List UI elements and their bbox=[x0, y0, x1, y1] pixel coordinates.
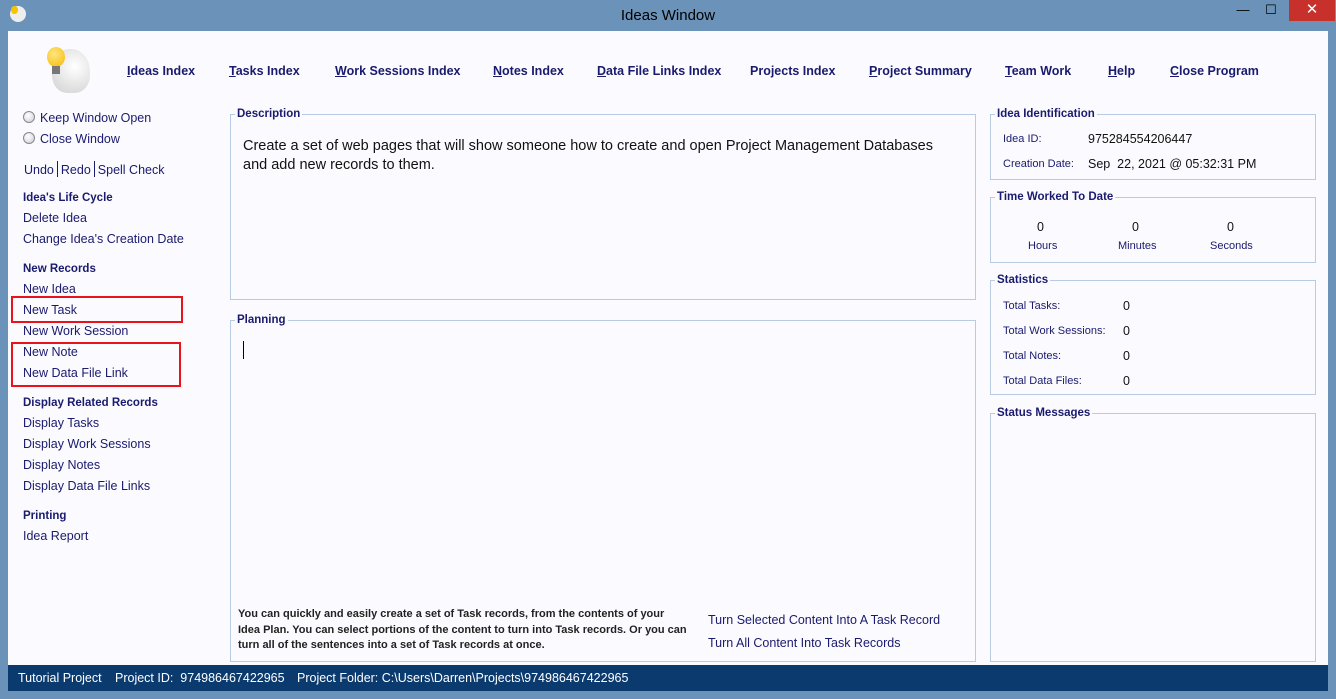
radio-icon bbox=[23, 111, 35, 123]
redo-link[interactable]: Redo bbox=[61, 163, 91, 177]
printing-header: Printing bbox=[23, 510, 67, 522]
display-data-file-links-link[interactable]: Display Data File Links bbox=[23, 479, 150, 493]
highlight-box bbox=[11, 296, 183, 323]
nav-close-program[interactable]: Close Program bbox=[1170, 64, 1259, 78]
total-notes-value: 0 bbox=[1123, 349, 1130, 363]
description-group: Description Create a set of web pages th… bbox=[230, 108, 976, 300]
new-idea-link[interactable]: New Idea bbox=[23, 282, 76, 296]
turn-selected-into-task-link[interactable]: Turn Selected Content Into A Task Record bbox=[708, 613, 940, 627]
idea-id-label: Idea ID: bbox=[1003, 133, 1042, 145]
seconds-value: 0 bbox=[1227, 220, 1234, 234]
change-creation-date-link[interactable]: Change Idea's Creation Date bbox=[23, 232, 184, 246]
total-tasks-value: 0 bbox=[1123, 299, 1130, 313]
creation-date-value: Sep 22, 2021 @ 05:32:31 PM bbox=[1088, 157, 1257, 171]
nav-help[interactable]: Help bbox=[1108, 64, 1135, 78]
status-messages-label: Status Messages bbox=[995, 407, 1093, 419]
display-tasks-link[interactable]: Display Tasks bbox=[23, 416, 99, 430]
total-sessions-label: Total Work Sessions: bbox=[1003, 325, 1106, 337]
new-records-header: New Records bbox=[23, 263, 96, 275]
nav-projects-index[interactable]: Projects Index bbox=[750, 64, 835, 78]
project-name: Tutorial Project bbox=[18, 671, 102, 685]
nav-ideas-index[interactable]: Ideas Index bbox=[127, 64, 195, 78]
project-id: Project ID: 974986467422965 bbox=[115, 671, 285, 685]
description-textarea[interactable]: Create a set of web pages that will show… bbox=[243, 137, 955, 175]
display-notes-link[interactable]: Display Notes bbox=[23, 458, 100, 472]
edit-actions: Undo Redo Spell Check bbox=[24, 161, 164, 177]
nav-work-sessions-index[interactable]: Work Sessions Index bbox=[335, 64, 461, 78]
nav-team-work[interactable]: Team Work bbox=[1005, 64, 1071, 78]
nav-notes-index[interactable]: Notes Index bbox=[493, 64, 564, 78]
idea-report-link[interactable]: Idea Report bbox=[23, 529, 88, 543]
planning-group: Planning You can quickly and easily crea… bbox=[230, 314, 976, 662]
planning-textarea[interactable] bbox=[243, 339, 955, 599]
text-cursor bbox=[243, 341, 244, 359]
delete-idea-link[interactable]: Delete Idea bbox=[23, 211, 87, 225]
highlight-box bbox=[11, 342, 181, 387]
nav-project-summary[interactable]: Project Summary bbox=[869, 64, 972, 78]
creation-date-label: Creation Date: bbox=[1003, 158, 1074, 170]
project-folder: Project Folder: C:\Users\Darren\Projects… bbox=[297, 671, 629, 685]
hours-value: 0 bbox=[1037, 220, 1044, 234]
time-worked-label: Time Worked To Date bbox=[995, 191, 1116, 203]
minutes-label: Minutes bbox=[1118, 240, 1157, 252]
idea-id-value: 975284554206447 bbox=[1088, 132, 1193, 146]
lifecycle-header: Idea's Life Cycle bbox=[23, 192, 113, 204]
undo-link[interactable]: Undo bbox=[24, 163, 54, 177]
display-header: Display Related Records bbox=[23, 397, 158, 409]
total-files-value: 0 bbox=[1123, 374, 1130, 388]
statistics-label: Statistics bbox=[995, 274, 1051, 286]
planning-hint: You can quickly and easily create a set … bbox=[238, 608, 687, 651]
idea-head-logo bbox=[42, 43, 92, 95]
window-title: Ideas Window bbox=[620, 7, 716, 24]
new-work-session-link[interactable]: New Work Session bbox=[23, 324, 128, 338]
total-files-label: Total Data Files: bbox=[1003, 375, 1082, 387]
status-bar: Tutorial Project Project ID: 97498646742… bbox=[8, 665, 1328, 691]
idea-identification-group: Idea Identification Idea ID: 97528455420… bbox=[990, 108, 1316, 180]
description-label: Description bbox=[235, 108, 303, 120]
spell-check-link[interactable]: Spell Check bbox=[98, 163, 165, 177]
turn-all-into-tasks-link[interactable]: Turn All Content Into Task Records bbox=[708, 636, 900, 650]
statistics-group: Statistics Total Tasks: 0 Total Work Ses… bbox=[990, 274, 1316, 395]
close-window-radio[interactable]: Close Window bbox=[23, 132, 120, 146]
keep-window-open-radio[interactable]: Keep Window Open bbox=[23, 111, 151, 125]
hours-label: Hours bbox=[1028, 240, 1058, 252]
planning-label: Planning bbox=[235, 314, 288, 326]
display-work-sessions-link[interactable]: Display Work Sessions bbox=[23, 437, 151, 451]
title-bar: Ideas Window — ☐ ✕ bbox=[0, 0, 1336, 31]
nav-tasks-index[interactable]: Tasks Index bbox=[229, 64, 300, 78]
nav-data-file-links-index[interactable]: Data File Links Index bbox=[597, 64, 721, 78]
close-button[interactable]: ✕ bbox=[1289, 0, 1335, 21]
idea-identification-label: Idea Identification bbox=[995, 108, 1097, 120]
time-worked-group: Time Worked To Date 0 Hours 0 Minutes 0 … bbox=[990, 191, 1316, 263]
total-sessions-value: 0 bbox=[1123, 324, 1130, 338]
seconds-label: Seconds bbox=[1210, 240, 1253, 252]
maximize-button[interactable]: ☐ bbox=[1256, 0, 1286, 21]
minutes-value: 0 bbox=[1132, 220, 1139, 234]
radio-icon bbox=[23, 132, 35, 144]
total-notes-label: Total Notes: bbox=[1003, 350, 1062, 362]
status-messages-group: Status Messages bbox=[990, 407, 1316, 662]
total-tasks-label: Total Tasks: bbox=[1003, 300, 1061, 312]
client-area: Ideas Index Tasks Index Work Sessions In… bbox=[8, 31, 1328, 665]
minimize-button[interactable]: — bbox=[1228, 0, 1258, 21]
